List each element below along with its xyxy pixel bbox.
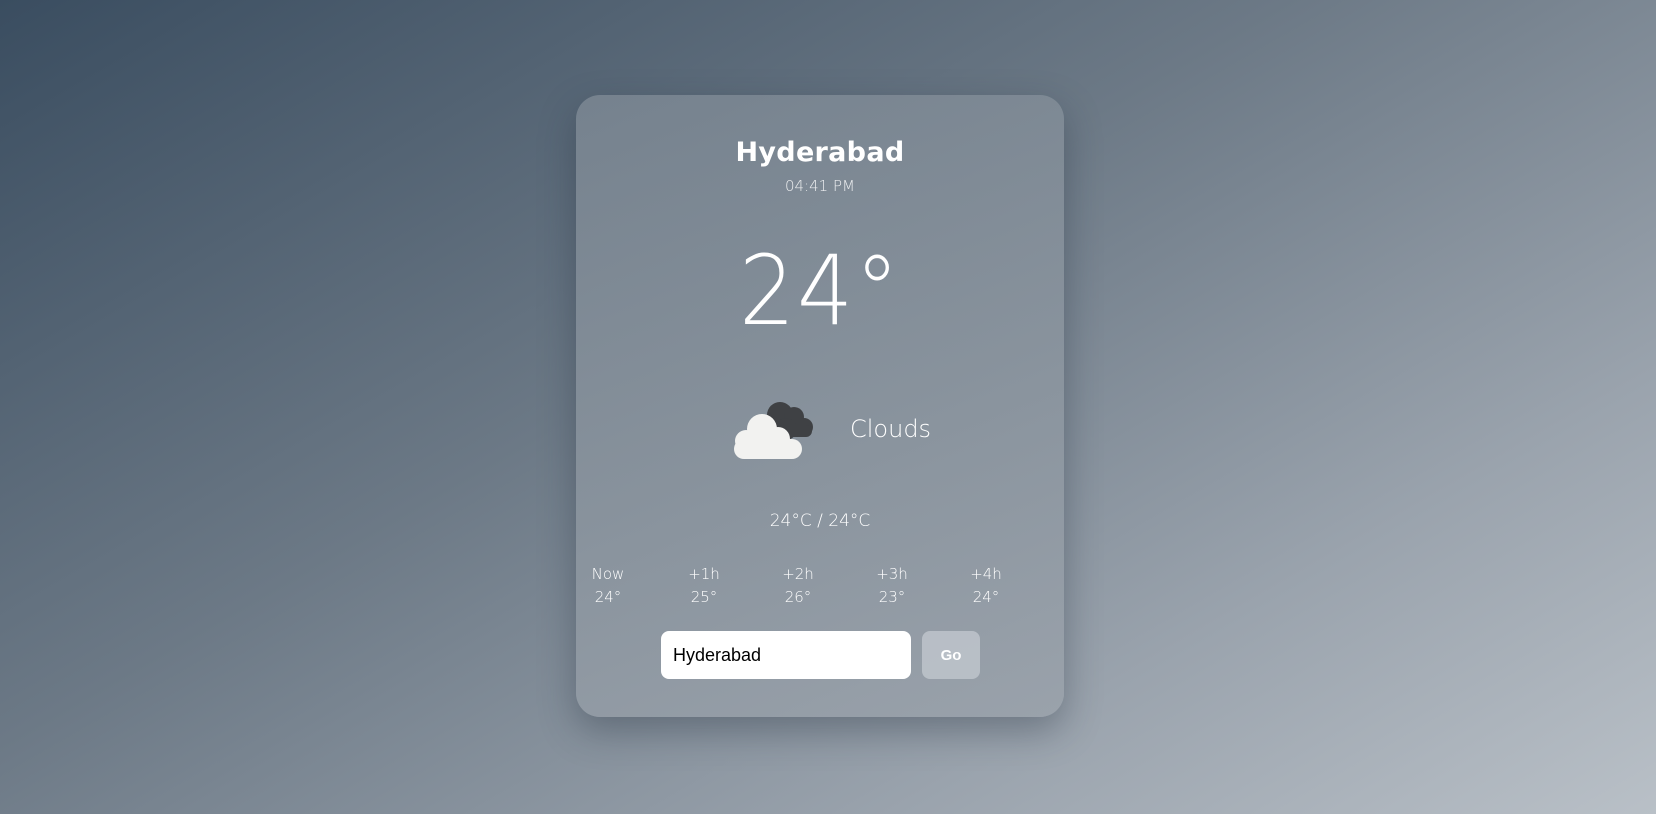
cloud-icon xyxy=(734,402,813,459)
city-name: Hyderabad xyxy=(735,137,905,168)
go-button[interactable]: Go xyxy=(922,631,980,679)
city-search-input[interactable] xyxy=(661,631,911,679)
hourly-item: Now 24° xyxy=(578,563,638,609)
hourly-temp: 25° xyxy=(690,588,718,606)
temperature-range: 24°C / 24°C xyxy=(769,511,871,531)
hourly-label: +1h xyxy=(688,565,720,583)
local-time: 04:41 PM xyxy=(785,177,855,195)
hourly-label: Now xyxy=(591,565,625,583)
condition-row: Clouds xyxy=(576,395,1064,465)
hourly-label: +4h xyxy=(970,565,1002,583)
hourly-item: +3h 23° xyxy=(862,563,922,609)
weather-card: Hyderabad 04:41 PM 24° Clouds 24°C / 24°… xyxy=(576,95,1064,717)
hourly-temp: 24° xyxy=(594,588,622,606)
hourly-forecast: Now 24° +1h 25° +2h 26° +3h 23° +4h 24° xyxy=(592,563,1033,611)
hourly-item: +4h 24° xyxy=(956,563,1016,609)
hourly-temp: 23° xyxy=(878,588,906,606)
hourly-temp: 26° xyxy=(784,588,812,606)
hourly-item: +2h 26° xyxy=(768,563,828,609)
hourly-label: +3h xyxy=(876,565,908,583)
hourly-label: +2h xyxy=(782,565,814,583)
hourly-temp: 24° xyxy=(972,588,1000,606)
hourly-item: +1h 25° xyxy=(674,563,734,609)
current-temperature: 24° xyxy=(738,235,902,347)
condition-label: Clouds xyxy=(850,415,932,443)
